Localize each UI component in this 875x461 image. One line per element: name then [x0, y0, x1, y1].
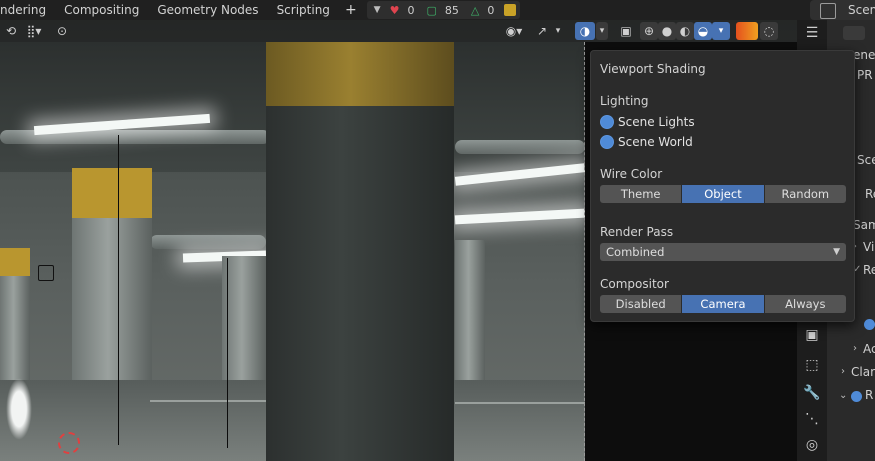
panel-item[interactable]: Re [865, 187, 875, 201]
duct [455, 140, 585, 154]
compositor-label: Compositor [600, 277, 669, 291]
tab-geometry-nodes[interactable]: Geometry Nodes [148, 0, 267, 20]
render-preview-icon[interactable] [736, 22, 758, 40]
panel-header[interactable]: Sce [857, 153, 875, 167]
pillar-band [0, 248, 30, 276]
popover-title: Viewport Shading [600, 62, 706, 76]
scene-icon [820, 3, 836, 19]
ceiling-light [454, 208, 586, 225]
add-workspace-button[interactable]: + [339, 2, 363, 18]
panel-header[interactable]: Clar [851, 365, 875, 379]
compositor-disabled[interactable]: Disabled [600, 295, 683, 313]
compositor-always[interactable]: Always [764, 295, 846, 313]
xray-toggle-icon[interactable]: ▣ [618, 22, 634, 40]
proportional-edit-button[interactable]: ⊙ [54, 22, 70, 40]
camera-object[interactable] [38, 265, 54, 281]
viewport-shading-popover: Viewport Shading Lighting Scene Lights S… [590, 50, 855, 322]
overlays-toggle-icon[interactable]: ◑ [575, 22, 595, 40]
render-stop-icon[interactable]: ◌ [760, 22, 778, 40]
snap-grid-button[interactable]: ⣿▾ [22, 22, 46, 40]
scene-lights-label: Scene Lights [618, 115, 695, 129]
scene-lights-toggle[interactable]: Scene Lights [600, 115, 695, 129]
wireframe-shading-icon[interactable]: ⊕ [640, 22, 658, 40]
scene-stats[interactable]: ▼ ♥ 0 ▢ 85 △ 0 [366, 1, 521, 19]
scene-world-toggle[interactable]: Scene World [600, 135, 693, 149]
scene-name: Scen [848, 3, 875, 17]
render-pass-value: Combined [606, 245, 665, 259]
scene-selector[interactable]: Scen [810, 0, 875, 20]
outliner-item[interactable]: PR [857, 68, 873, 82]
panel-item[interactable]: Re [863, 263, 875, 277]
tab-scripting[interactable]: Scripting [268, 0, 339, 20]
outliner-item[interactable]: ene [853, 48, 875, 62]
modifier-icon[interactable]: ⬚ [803, 356, 821, 374]
checkbox-checked-icon[interactable] [851, 391, 862, 402]
panel-item[interactable]: Ac [863, 342, 875, 356]
duct [150, 235, 266, 249]
panel-header[interactable]: Sam [853, 218, 875, 232]
chevron-right-icon[interactable]: › [841, 366, 845, 377]
layers-icon[interactable] [504, 4, 517, 16]
tab-rendering[interactable]: ndering [0, 0, 55, 20]
triangle-stat: △ 0 [471, 4, 494, 17]
compositor-selector: Disabled Camera Always [600, 295, 846, 313]
railing [455, 402, 585, 404]
solid-shading-icon[interactable]: ● [658, 22, 676, 40]
overlays-dropdown-chevron[interactable]: ▾ [596, 22, 608, 40]
gizmo-icon[interactable]: ↗ [533, 22, 551, 40]
render-pass-select[interactable]: Combined ▼ [600, 243, 846, 261]
panel-header[interactable]: R [865, 388, 873, 402]
triangle-count: 0 [487, 3, 495, 17]
physics-icon[interactable]: ◎ [803, 436, 821, 454]
human-figure[interactable] [6, 378, 32, 440]
compositor-camera[interactable]: Camera [682, 295, 765, 313]
material-shading-icon[interactable]: ◐ [676, 22, 694, 40]
heart-count: 0 [407, 3, 415, 17]
editor-type-icon[interactable]: ☰ [803, 24, 821, 42]
panel-item[interactable]: Vi [863, 240, 874, 254]
triangle-icon: △ [470, 3, 480, 17]
lighting-label: Lighting [600, 94, 649, 108]
particles-icon[interactable]: ⋱ [803, 410, 821, 428]
workspace-tab-bar: ndering Compositing Geometry Nodes Scrip… [0, 0, 875, 20]
render-pass-label: Render Pass [600, 225, 674, 239]
scene-world-label: Scene World [618, 135, 693, 149]
square-count: 85 [444, 3, 459, 17]
3d-cursor-icon[interactable] [58, 432, 80, 454]
heart-icon: ♥ [389, 3, 400, 17]
chevron-down-icon[interactable]: ⌄ [839, 390, 847, 401]
checkbox-checked-icon[interactable] [864, 319, 875, 330]
wire-color-object[interactable]: Object [682, 185, 765, 203]
pillar-band [72, 168, 152, 218]
chevron-down-icon: ▼ [833, 247, 840, 257]
square-stat: ▢ 85 [426, 4, 458, 17]
display-mode-icon[interactable] [843, 26, 865, 40]
square-icon: ▢ [426, 3, 437, 17]
object-properties-icon[interactable]: ▣ [803, 326, 821, 344]
heart-stat: ♥ 0 [390, 4, 415, 17]
checkbox-checked-icon [600, 115, 614, 129]
foreground-pillar [266, 42, 454, 461]
light-wire [118, 135, 119, 445]
railing [150, 400, 266, 402]
wire-color-theme[interactable]: Theme [600, 185, 683, 203]
rendered-shading-icon[interactable]: ◒ [694, 22, 712, 40]
light-wire [227, 258, 228, 448]
transform-pivot-button[interactable]: ⟲ [2, 22, 20, 40]
wire-color-label: Wire Color [600, 167, 663, 181]
wire-color-selector: Theme Object Random [600, 185, 846, 203]
checkbox-checked-icon [600, 135, 614, 149]
wire-color-random[interactable]: Random [764, 185, 846, 203]
overlays-dropdown[interactable]: ▾ [553, 22, 563, 40]
chevron-right-icon[interactable]: › [853, 343, 857, 354]
tab-compositing[interactable]: Compositing [55, 0, 148, 20]
chevron-down-icon[interactable]: ▼ [374, 5, 381, 15]
pillar-band [266, 42, 454, 106]
shading-dropdown-chevron[interactable]: ▾ [712, 22, 730, 40]
viewport-header: ⟲ ⣿▾ ⊙ ◉▾ ↗ ▾ ◑ ▾ ▣ ⊕ ● ◐ ◒ ▾ ◌ [0, 20, 797, 42]
visibility-icon[interactable]: ◉▾ [500, 22, 528, 40]
wrench-icon[interactable]: 🔧 [803, 384, 821, 402]
